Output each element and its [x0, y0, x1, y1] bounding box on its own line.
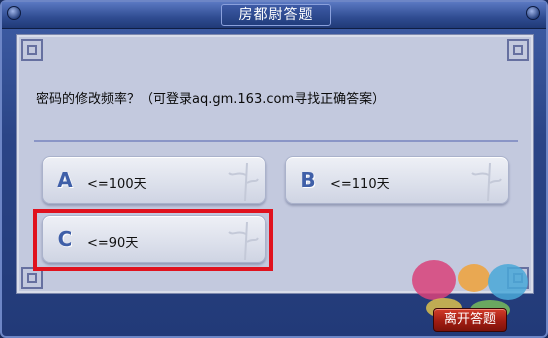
left-corner-ornament-icon — [7, 6, 21, 20]
close-icon[interactable] — [526, 6, 540, 20]
bamboo-decoration-icon — [471, 162, 502, 201]
question-text: 密码的修改频率？（可登录aq.gm.163.com寻找正确答案） — [36, 92, 386, 107]
option-label: <=110天 — [330, 177, 390, 192]
option-a-button[interactable]: A <=100天 — [42, 156, 266, 204]
leave-quiz-button[interactable]: 离开答题 — [433, 308, 507, 332]
option-label: <=100天 — [87, 177, 147, 192]
title-bar: 房都尉答题 — [2, 2, 546, 29]
corner-fret-icon — [507, 39, 529, 61]
bamboo-decoration-icon — [228, 162, 259, 201]
option-b-button[interactable]: B <=110天 — [285, 156, 509, 204]
quiz-window: 房都尉答题 密码的修改频率？（可登录aq.gm.163.com寻找正确答案） A… — [0, 0, 548, 338]
selected-option-highlight — [33, 209, 273, 271]
option-letter: B — [300, 168, 316, 192]
window-title: 房都尉答题 — [221, 4, 331, 26]
corner-fret-icon — [21, 39, 43, 61]
option-letter: A — [57, 168, 73, 192]
divider — [34, 140, 518, 142]
